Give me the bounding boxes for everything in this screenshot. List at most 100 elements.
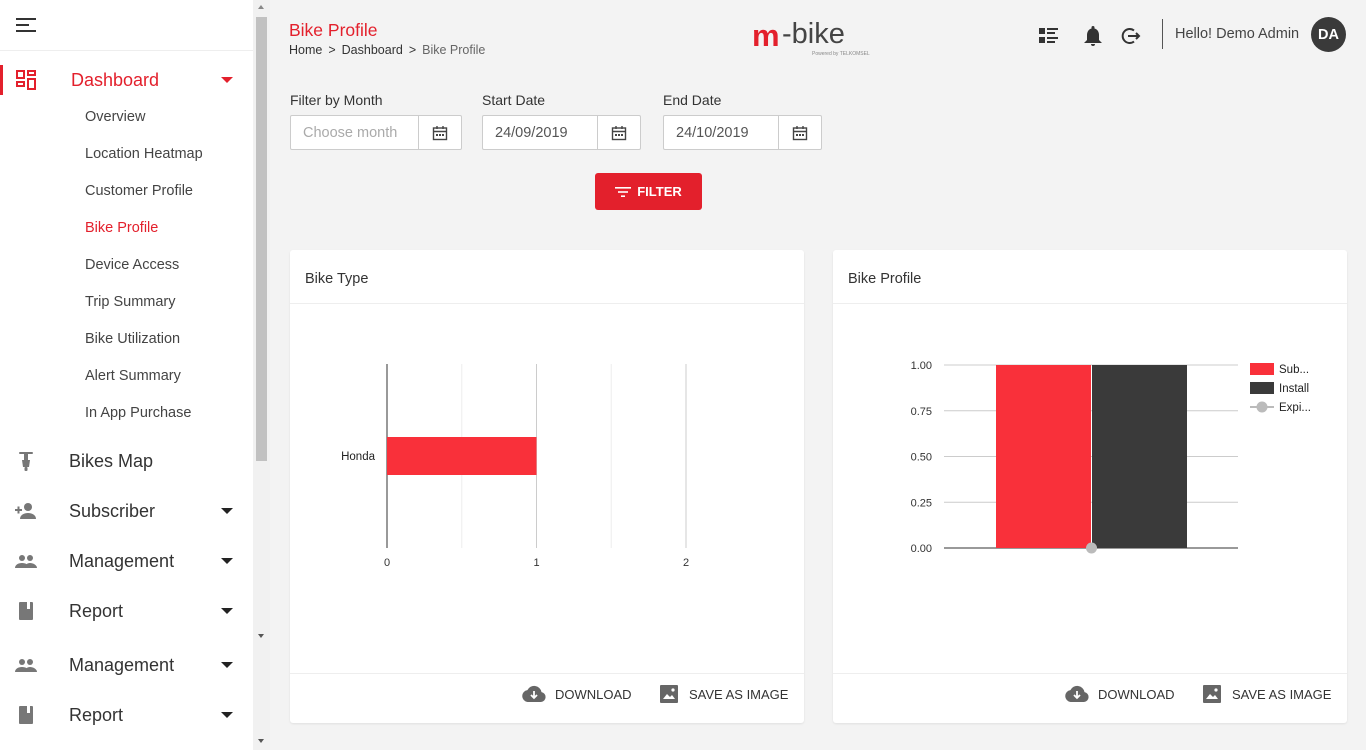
sidebar-item-label: Report bbox=[69, 600, 124, 621]
y-tick-label: 0.50 bbox=[911, 452, 932, 464]
start-date-field bbox=[482, 115, 641, 150]
legend-swatch bbox=[1250, 363, 1274, 375]
card-title: Bike Profile bbox=[848, 271, 922, 287]
scroll-up-icon[interactable] bbox=[258, 5, 264, 9]
breadcrumb-separator: > bbox=[408, 43, 417, 57]
card-title: Bike Type bbox=[305, 271, 369, 287]
sidebar-item-subscriber[interactable]: Subscriber bbox=[0, 486, 253, 536]
legend-marker bbox=[1256, 401, 1268, 413]
header-divider bbox=[1162, 19, 1163, 49]
save-as-image-button[interactable]: SAVE AS IMAGE bbox=[1202, 682, 1331, 706]
sidebar-subitem-customer-profile[interactable]: Customer Profile bbox=[85, 183, 193, 199]
calendar-icon[interactable] bbox=[418, 116, 461, 149]
bike-profile-chart: 1.00 0.75 0.50 0.25 0.00 Sub... Install Expi... bbox=[911, 360, 1311, 555]
sidebar-item-report[interactable]: Report bbox=[0, 586, 253, 636]
line-point bbox=[1086, 542, 1097, 554]
save-as-image-button[interactable]: SAVE AS IMAGE bbox=[659, 682, 788, 706]
sidebar: Dashboard Overview Location Heatmap Custom… bbox=[0, 0, 253, 750]
y-tick-label: 0.75 bbox=[911, 406, 932, 418]
calendar-icon[interactable] bbox=[597, 116, 640, 149]
month-filter-label: Filter by Month bbox=[290, 92, 383, 108]
avatar[interactable]: DA bbox=[1311, 17, 1346, 52]
card-divider bbox=[290, 673, 804, 674]
sidebar-item-bikes-map[interactable]: Bikes Map bbox=[0, 436, 253, 486]
legend-label: Install bbox=[1279, 383, 1309, 395]
m-bike-logo: m -bike Powered by TELKOMSEL bbox=[752, 18, 870, 57]
breadcrumb-current: Bike Profile bbox=[422, 43, 486, 57]
end-date-label: End Date bbox=[663, 92, 722, 108]
end-date-field bbox=[663, 115, 822, 150]
end-date-input[interactable] bbox=[664, 116, 778, 149]
legend-swatch bbox=[1250, 382, 1274, 394]
sidebar-subitem-overview[interactable]: Overview bbox=[85, 109, 145, 125]
sidebar-item-dashboard[interactable]: Dashboard bbox=[0, 55, 253, 105]
active-indicator bbox=[0, 65, 3, 95]
cloud-download-icon bbox=[522, 685, 546, 702]
menu-toggle-icon[interactable] bbox=[16, 18, 38, 34]
download-label: DOWNLOAD bbox=[555, 686, 632, 702]
calendar-icon[interactable] bbox=[778, 116, 821, 149]
logout-icon[interactable] bbox=[1119, 24, 1143, 48]
breadcrumb-home[interactable]: Home bbox=[289, 43, 322, 57]
download-button[interactable]: DOWNLOAD bbox=[1064, 682, 1175, 706]
chevron-down-icon bbox=[221, 558, 233, 564]
sidebar-subitem-location-heatmap[interactable]: Location Heatmap bbox=[85, 146, 203, 162]
save-label: SAVE AS IMAGE bbox=[1232, 686, 1332, 702]
bike-type-chart: 0 1 2 Honda bbox=[341, 364, 689, 569]
card-divider bbox=[833, 673, 1347, 674]
scooter-icon bbox=[15, 450, 37, 472]
sidebar-item-management[interactable]: Management bbox=[0, 536, 253, 586]
save-label: SAVE AS IMAGE bbox=[689, 686, 789, 702]
month-input[interactable] bbox=[291, 116, 418, 149]
x-tick-label: 2 bbox=[683, 557, 689, 569]
list-view-icon[interactable] bbox=[1037, 24, 1061, 48]
sidebar-item-label: Management bbox=[69, 654, 175, 675]
sidebar-item-management-2[interactable]: Management bbox=[0, 640, 253, 690]
legend-label: Sub... bbox=[1279, 364, 1309, 376]
book-icon bbox=[15, 704, 37, 726]
legend-label: Expi... bbox=[1279, 402, 1311, 414]
chevron-down-icon bbox=[221, 77, 233, 83]
filter-button-label: FILTER bbox=[637, 184, 682, 199]
sidebar-scrollbar[interactable] bbox=[253, 0, 270, 750]
filter-icon bbox=[615, 186, 632, 197]
start-date-label: Start Date bbox=[482, 92, 546, 108]
bell-icon[interactable] bbox=[1081, 24, 1105, 48]
sidebar-item-label: Subscriber bbox=[69, 500, 156, 521]
scroll-down-icon[interactable] bbox=[258, 634, 264, 638]
breadcrumb-dashboard[interactable]: Dashboard bbox=[342, 43, 403, 57]
start-date-input[interactable] bbox=[483, 116, 597, 149]
download-button[interactable]: DOWNLOAD bbox=[521, 682, 632, 706]
image-icon bbox=[660, 685, 678, 703]
bar bbox=[996, 365, 1091, 548]
greeting: Hello! Demo Admin bbox=[1175, 26, 1300, 42]
sidebar-subitem-bike-utilization[interactable]: Bike Utilization bbox=[85, 331, 180, 347]
sidebar-subitem-bike-profile[interactable]: Bike Profile bbox=[85, 220, 158, 236]
bar bbox=[1092, 365, 1187, 548]
bike-profile-card: Bike Profile 1.00 0.75 0.50 0.25 0.00 Sub... I… bbox=[833, 250, 1347, 723]
sidebar-subitem-alert-summary[interactable]: Alert Summary bbox=[85, 368, 181, 384]
y-tick-label: 0.00 bbox=[911, 543, 932, 555]
x-tick-label: 0 bbox=[384, 557, 390, 569]
chevron-down-icon bbox=[221, 608, 233, 614]
y-tick-label: 1.00 bbox=[911, 360, 932, 372]
sidebar-subitem-in-app-purchase[interactable]: In App Purchase bbox=[85, 405, 191, 421]
month-filter bbox=[290, 115, 462, 150]
sidebar-subitem-trip-summary[interactable]: Trip Summary bbox=[85, 294, 176, 310]
sidebar-item-report-2[interactable]: Report bbox=[0, 690, 253, 740]
book-icon bbox=[15, 600, 37, 622]
people-icon bbox=[15, 654, 37, 676]
scrollbar-thumb[interactable] bbox=[256, 17, 267, 461]
sidebar-subitem-device-access[interactable]: Device Access bbox=[85, 257, 179, 273]
filter-button[interactable]: FILTER bbox=[595, 173, 702, 210]
sidebar-item-label: Dashboard bbox=[71, 69, 160, 90]
scroll-down-icon[interactable] bbox=[258, 739, 264, 743]
category-label: Honda bbox=[341, 451, 375, 463]
breadcrumb-separator: > bbox=[328, 43, 336, 57]
bike-type-card: Bike Type 0 1 2 Honda DOWNLOAD SAVE AS IMAG… bbox=[290, 250, 804, 723]
breadcrumb: Home > Dashboard > Bike Profile bbox=[289, 43, 491, 57]
y-tick-label: 0.25 bbox=[911, 497, 932, 509]
add-person-icon bbox=[15, 500, 37, 522]
page-title: Bike Profile bbox=[289, 20, 378, 40]
chevron-down-icon bbox=[221, 662, 233, 668]
